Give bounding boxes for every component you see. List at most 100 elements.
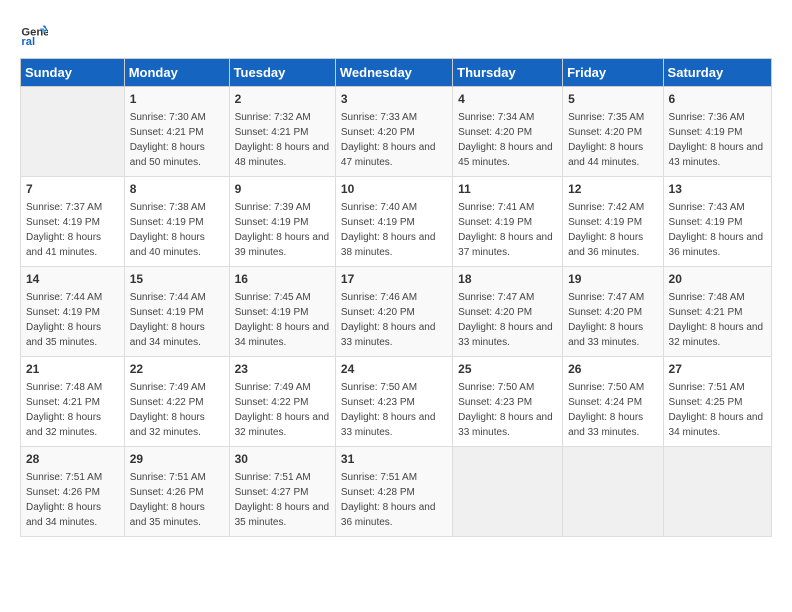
daylight-text: Daylight: 8 hours and 37 minutes. <box>458 232 553 258</box>
day-number: 16 <box>235 271 330 288</box>
sunset-text: Sunset: 4:19 PM <box>669 127 743 138</box>
daylight-text: Daylight: 8 hours and 38 minutes. <box>341 232 436 258</box>
day-number: 30 <box>235 451 330 468</box>
sunrise-text: Sunrise: 7:50 AM <box>568 382 644 393</box>
sunrise-text: Sunrise: 7:40 AM <box>341 202 417 213</box>
day-number: 1 <box>130 91 224 108</box>
day-number: 20 <box>669 271 766 288</box>
calendar-header-row: SundayMondayTuesdayWednesdayThursdayFrid… <box>21 59 772 87</box>
calendar-cell: 9 Sunrise: 7:39 AM Sunset: 4:19 PM Dayli… <box>229 177 335 267</box>
calendar-cell: 17 Sunrise: 7:46 AM Sunset: 4:20 PM Dayl… <box>335 267 452 357</box>
day-number: 31 <box>341 451 447 468</box>
calendar-cell: 23 Sunrise: 7:49 AM Sunset: 4:22 PM Dayl… <box>229 357 335 447</box>
daylight-text: Daylight: 8 hours and 40 minutes. <box>130 232 205 258</box>
calendar-cell: 20 Sunrise: 7:48 AM Sunset: 4:21 PM Dayl… <box>663 267 771 357</box>
daylight-text: Daylight: 8 hours and 33 minutes. <box>458 322 553 348</box>
day-number: 15 <box>130 271 224 288</box>
sunrise-text: Sunrise: 7:51 AM <box>26 472 102 483</box>
day-number: 3 <box>341 91 447 108</box>
day-number: 10 <box>341 181 447 198</box>
day-number: 12 <box>568 181 657 198</box>
sunset-text: Sunset: 4:27 PM <box>235 487 309 498</box>
daylight-text: Daylight: 8 hours and 41 minutes. <box>26 232 101 258</box>
calendar-cell: 16 Sunrise: 7:45 AM Sunset: 4:19 PM Dayl… <box>229 267 335 357</box>
sunrise-text: Sunrise: 7:47 AM <box>458 292 534 303</box>
calendar-cell: 24 Sunrise: 7:50 AM Sunset: 4:23 PM Dayl… <box>335 357 452 447</box>
sunrise-text: Sunrise: 7:49 AM <box>235 382 311 393</box>
header-monday: Monday <box>124 59 229 87</box>
day-number: 9 <box>235 181 330 198</box>
day-number: 22 <box>130 361 224 378</box>
sunset-text: Sunset: 4:20 PM <box>341 127 415 138</box>
svg-text:ral: ral <box>21 36 35 48</box>
daylight-text: Daylight: 8 hours and 45 minutes. <box>458 142 553 168</box>
calendar-cell: 1 Sunrise: 7:30 AM Sunset: 4:21 PM Dayli… <box>124 87 229 177</box>
sunset-text: Sunset: 4:21 PM <box>669 307 743 318</box>
sunrise-text: Sunrise: 7:43 AM <box>669 202 745 213</box>
calendar-cell: 31 Sunrise: 7:51 AM Sunset: 4:28 PM Dayl… <box>335 447 452 537</box>
day-number: 29 <box>130 451 224 468</box>
calendar-cell: 14 Sunrise: 7:44 AM Sunset: 4:19 PM Dayl… <box>21 267 125 357</box>
daylight-text: Daylight: 8 hours and 32 minutes. <box>669 322 764 348</box>
daylight-text: Daylight: 8 hours and 36 minutes. <box>341 502 436 528</box>
daylight-text: Daylight: 8 hours and 33 minutes. <box>458 412 553 438</box>
daylight-text: Daylight: 8 hours and 34 minutes. <box>235 322 330 348</box>
daylight-text: Daylight: 8 hours and 50 minutes. <box>130 142 205 168</box>
sunrise-text: Sunrise: 7:38 AM <box>130 202 206 213</box>
sunset-text: Sunset: 4:20 PM <box>568 127 642 138</box>
sunrise-text: Sunrise: 7:48 AM <box>26 382 102 393</box>
daylight-text: Daylight: 8 hours and 34 minutes. <box>130 322 205 348</box>
calendar-week-row: 7 Sunrise: 7:37 AM Sunset: 4:19 PM Dayli… <box>21 177 772 267</box>
calendar-table: SundayMondayTuesdayWednesdayThursdayFrid… <box>20 58 772 537</box>
sunrise-text: Sunrise: 7:34 AM <box>458 112 534 123</box>
sunset-text: Sunset: 4:20 PM <box>458 307 532 318</box>
calendar-week-row: 14 Sunrise: 7:44 AM Sunset: 4:19 PM Dayl… <box>21 267 772 357</box>
sunset-text: Sunset: 4:19 PM <box>235 307 309 318</box>
sunset-text: Sunset: 4:23 PM <box>341 397 415 408</box>
day-number: 6 <box>669 91 766 108</box>
calendar-cell: 3 Sunrise: 7:33 AM Sunset: 4:20 PM Dayli… <box>335 87 452 177</box>
calendar-cell: 7 Sunrise: 7:37 AM Sunset: 4:19 PM Dayli… <box>21 177 125 267</box>
calendar-cell: 30 Sunrise: 7:51 AM Sunset: 4:27 PM Dayl… <box>229 447 335 537</box>
sunrise-text: Sunrise: 7:48 AM <box>669 292 745 303</box>
day-number: 17 <box>341 271 447 288</box>
sunrise-text: Sunrise: 7:51 AM <box>669 382 745 393</box>
calendar-cell: 22 Sunrise: 7:49 AM Sunset: 4:22 PM Dayl… <box>124 357 229 447</box>
day-number: 5 <box>568 91 657 108</box>
sunset-text: Sunset: 4:19 PM <box>458 217 532 228</box>
day-number: 26 <box>568 361 657 378</box>
sunrise-text: Sunrise: 7:41 AM <box>458 202 534 213</box>
calendar-cell: 27 Sunrise: 7:51 AM Sunset: 4:25 PM Dayl… <box>663 357 771 447</box>
daylight-text: Daylight: 8 hours and 48 minutes. <box>235 142 330 168</box>
sunset-text: Sunset: 4:25 PM <box>669 397 743 408</box>
daylight-text: Daylight: 8 hours and 34 minutes. <box>669 412 764 438</box>
sunrise-text: Sunrise: 7:44 AM <box>26 292 102 303</box>
calendar-cell: 6 Sunrise: 7:36 AM Sunset: 4:19 PM Dayli… <box>663 87 771 177</box>
daylight-text: Daylight: 8 hours and 47 minutes. <box>341 142 436 168</box>
sunrise-text: Sunrise: 7:51 AM <box>130 472 206 483</box>
sunset-text: Sunset: 4:28 PM <box>341 487 415 498</box>
day-number: 14 <box>26 271 119 288</box>
sunrise-text: Sunrise: 7:30 AM <box>130 112 206 123</box>
sunset-text: Sunset: 4:19 PM <box>341 217 415 228</box>
sunset-text: Sunset: 4:24 PM <box>568 397 642 408</box>
sunrise-text: Sunrise: 7:32 AM <box>235 112 311 123</box>
calendar-cell: 19 Sunrise: 7:47 AM Sunset: 4:20 PM Dayl… <box>563 267 663 357</box>
calendar-cell: 26 Sunrise: 7:50 AM Sunset: 4:24 PM Dayl… <box>563 357 663 447</box>
calendar-week-row: 1 Sunrise: 7:30 AM Sunset: 4:21 PM Dayli… <box>21 87 772 177</box>
sunrise-text: Sunrise: 7:51 AM <box>235 472 311 483</box>
daylight-text: Daylight: 8 hours and 33 minutes. <box>568 412 643 438</box>
calendar-cell: 15 Sunrise: 7:44 AM Sunset: 4:19 PM Dayl… <box>124 267 229 357</box>
sunset-text: Sunset: 4:19 PM <box>130 307 204 318</box>
sunset-text: Sunset: 4:20 PM <box>341 307 415 318</box>
header-friday: Friday <box>563 59 663 87</box>
calendar-cell: 4 Sunrise: 7:34 AM Sunset: 4:20 PM Dayli… <box>453 87 563 177</box>
sunset-text: Sunset: 4:26 PM <box>26 487 100 498</box>
sunrise-text: Sunrise: 7:37 AM <box>26 202 102 213</box>
sunset-text: Sunset: 4:23 PM <box>458 397 532 408</box>
sunset-text: Sunset: 4:22 PM <box>235 397 309 408</box>
page-header: Gene ral <box>20 20 772 48</box>
calendar-cell: 18 Sunrise: 7:47 AM Sunset: 4:20 PM Dayl… <box>453 267 563 357</box>
sunset-text: Sunset: 4:19 PM <box>26 217 100 228</box>
sunset-text: Sunset: 4:26 PM <box>130 487 204 498</box>
